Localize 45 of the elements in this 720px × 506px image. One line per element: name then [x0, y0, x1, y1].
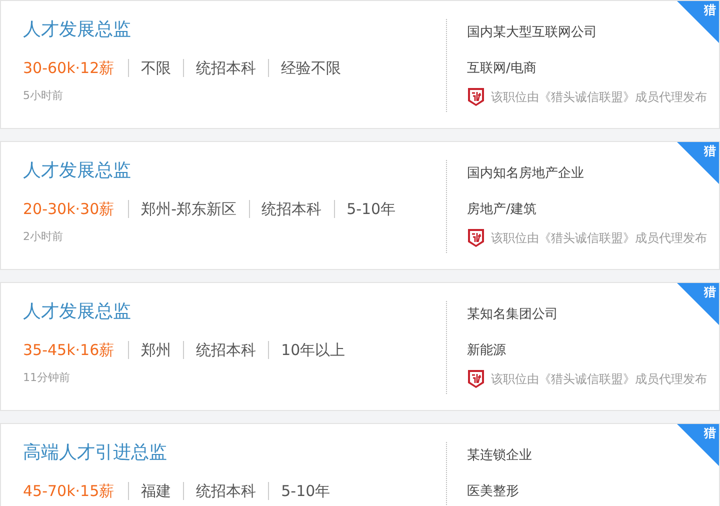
job-title[interactable]: 人才发展总监: [23, 297, 131, 327]
corner-ribbon: [677, 142, 719, 184]
company-name: 某连锁企业: [467, 447, 532, 465]
salary-text: 45-70k·15薪: [23, 480, 116, 502]
job-title[interactable]: 人才发展总监: [23, 156, 131, 186]
job-tag: 5-10年: [268, 482, 342, 500]
job-tag: 统招本科: [183, 482, 268, 500]
corner-label: 猎: [704, 285, 716, 299]
job-tag: 10年以上: [268, 341, 358, 359]
job-tag: 郑州: [128, 341, 184, 359]
corner-ribbon: [677, 1, 719, 43]
industry-text: 互联网/电商: [467, 60, 536, 78]
corner-label: 猎: [704, 144, 716, 158]
notice-text: 该职位由《猎头诚信联盟》成员代理发布: [491, 230, 707, 247]
job-tag: 郑州-郑东新区: [128, 200, 249, 218]
corner-ribbon: [677, 424, 719, 466]
job-tag: 福建: [128, 482, 184, 500]
job-title[interactable]: 高端人才引进总监: [23, 438, 167, 468]
salary-text: 30-60k·12薪: [23, 58, 116, 79]
industry-text: 房地产/建筑: [467, 201, 536, 219]
shield-icon: [467, 87, 485, 107]
notice-text: 该职位由《猎头诚信联盟》成员代理发布: [491, 89, 707, 106]
corner-ribbon: [677, 283, 719, 325]
post-time: 11分钟前: [23, 370, 70, 386]
industry-text: 新能源: [467, 342, 506, 360]
post-time: 2小时前: [23, 229, 63, 245]
industry-text: 医美整形: [467, 483, 519, 501]
corner-label: 猎: [704, 426, 716, 440]
job-tag: 统招本科: [248, 200, 334, 218]
job-tag: 统招本科: [183, 59, 268, 77]
company-name: 某知名集团公司: [467, 306, 558, 324]
notice-text: 该职位由《猎头诚信联盟》成员代理发布: [491, 371, 707, 388]
job-tag: 经验不限: [268, 59, 354, 77]
company-name: 国内某大型互联网公司: [467, 24, 597, 42]
salary-text: 20-30k·30薪: [23, 198, 116, 220]
salary-text: 35-45k·16薪: [23, 340, 116, 361]
job-tag: 5-10年: [334, 200, 408, 218]
shield-icon: [467, 228, 485, 248]
job-tag: 不限: [128, 59, 184, 77]
company-name: 国内知名房地产企业: [467, 165, 584, 183]
shield-icon: [467, 369, 485, 389]
job-tag: 统招本科: [183, 341, 268, 359]
post-time: 5小时前: [23, 88, 63, 104]
corner-label: 猎: [704, 3, 716, 17]
job-title[interactable]: 人才发展总监: [23, 15, 131, 45]
